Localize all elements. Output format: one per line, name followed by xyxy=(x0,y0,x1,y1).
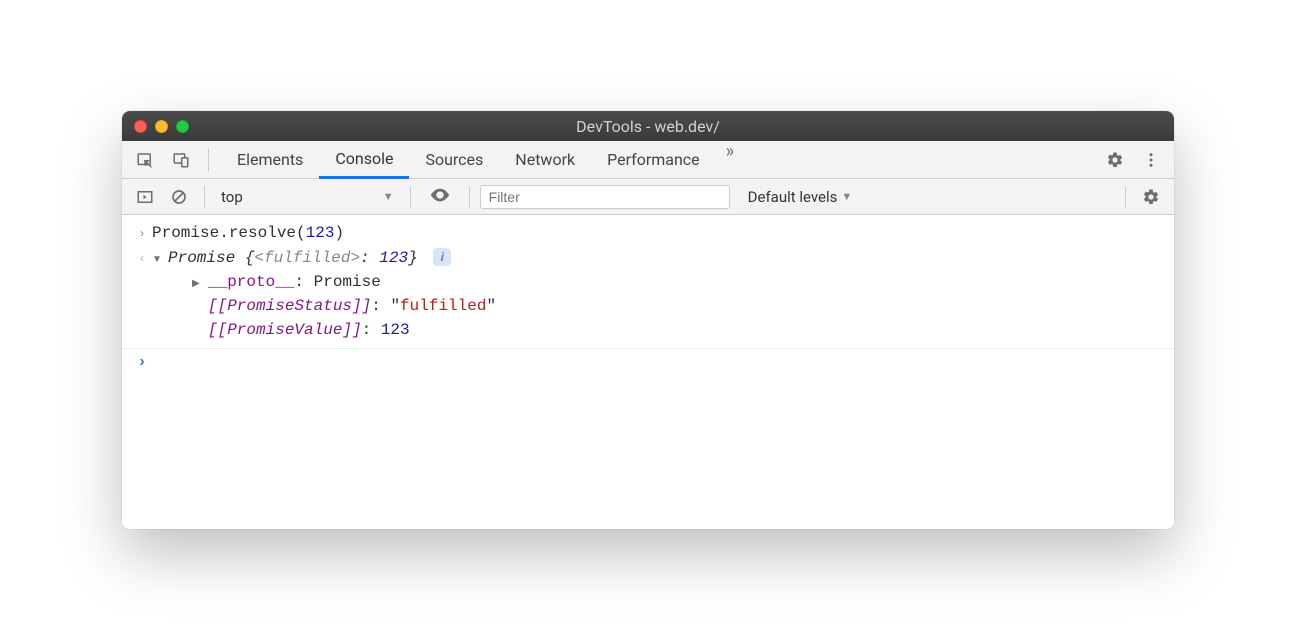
live-expression-icon[interactable] xyxy=(421,184,459,210)
tab-network[interactable]: Network xyxy=(499,141,591,178)
kebab-menu-icon[interactable] xyxy=(1136,145,1166,175)
window-minimize-button[interactable] xyxy=(155,120,168,133)
window-maximize-button[interactable] xyxy=(176,120,189,133)
tabs: Elements Console Sources Network Perform… xyxy=(221,141,744,178)
console-result-row[interactable]: › ▼Promise {<fulfilled>: 123} i xyxy=(122,245,1174,270)
separator xyxy=(410,186,411,208)
tab-console[interactable]: Console xyxy=(319,141,409,179)
separator xyxy=(469,186,470,208)
context-label: top xyxy=(221,188,243,206)
filter-input[interactable] xyxy=(480,185,730,209)
console-body[interactable]: › Promise.resolve(123) › ▼Promise {<fulf… xyxy=(122,215,1174,529)
separator xyxy=(204,186,205,208)
dropdown-arrow-icon: ▼ xyxy=(841,190,852,203)
dropdown-arrow-icon: ▼ xyxy=(383,190,394,203)
tab-elements[interactable]: Elements xyxy=(221,141,319,178)
tab-sources[interactable]: Sources xyxy=(409,141,499,178)
more-tabs-button[interactable]: » xyxy=(716,141,744,178)
window-close-button[interactable] xyxy=(134,120,147,133)
console-toolbar: top ▼ Default levels ▼ xyxy=(122,179,1174,215)
main-tabbar: Elements Console Sources Network Perform… xyxy=(122,141,1174,179)
separator xyxy=(1125,186,1126,208)
titlebar: DevTools - web.dev/ xyxy=(122,111,1174,141)
info-badge-icon[interactable]: i xyxy=(433,248,451,266)
levels-label: Default levels xyxy=(748,188,838,206)
result-summary[interactable]: ▼Promise {<fulfilled>: 123} i xyxy=(152,248,451,267)
console-prompt[interactable]: › xyxy=(122,348,1174,374)
inspect-element-icon[interactable] xyxy=(130,145,160,175)
devtools-window: DevTools - web.dev/ Elements Console Sou… xyxy=(122,111,1174,529)
console-input-echo: › Promise.resolve(123) xyxy=(122,221,1174,245)
prompt-caret-icon: › xyxy=(132,353,152,371)
log-levels-select[interactable]: Default levels ▼ xyxy=(734,188,867,206)
result-marker-icon: › xyxy=(132,251,152,265)
input-code: Promise.resolve(123) xyxy=(152,224,344,242)
clear-console-icon[interactable] xyxy=(164,182,194,212)
input-marker-icon: › xyxy=(132,226,152,240)
detail-row-value: [[PromiseValue]]: 123 xyxy=(122,318,1174,342)
tab-performance[interactable]: Performance xyxy=(591,141,716,178)
window-title: DevTools - web.dev/ xyxy=(576,117,720,136)
device-toggle-icon[interactable] xyxy=(166,145,196,175)
console-settings-gear-icon[interactable] xyxy=(1136,182,1166,212)
disclosure-triangle-collapsed-icon[interactable]: ▶ xyxy=(192,278,204,289)
disclosure-triangle-expanded-icon[interactable]: ▼ xyxy=(152,254,164,265)
detail-row-status: [[PromiseStatus]]: "fulfilled" xyxy=(122,294,1174,318)
separator xyxy=(208,149,209,171)
detail-row-proto[interactable]: ▶__proto__: Promise xyxy=(122,270,1174,294)
traffic-lights xyxy=(134,120,189,133)
toggle-drawer-icon[interactable] xyxy=(130,182,160,212)
execution-context-select[interactable]: top ▼ xyxy=(215,188,400,206)
settings-gear-icon[interactable] xyxy=(1100,145,1130,175)
